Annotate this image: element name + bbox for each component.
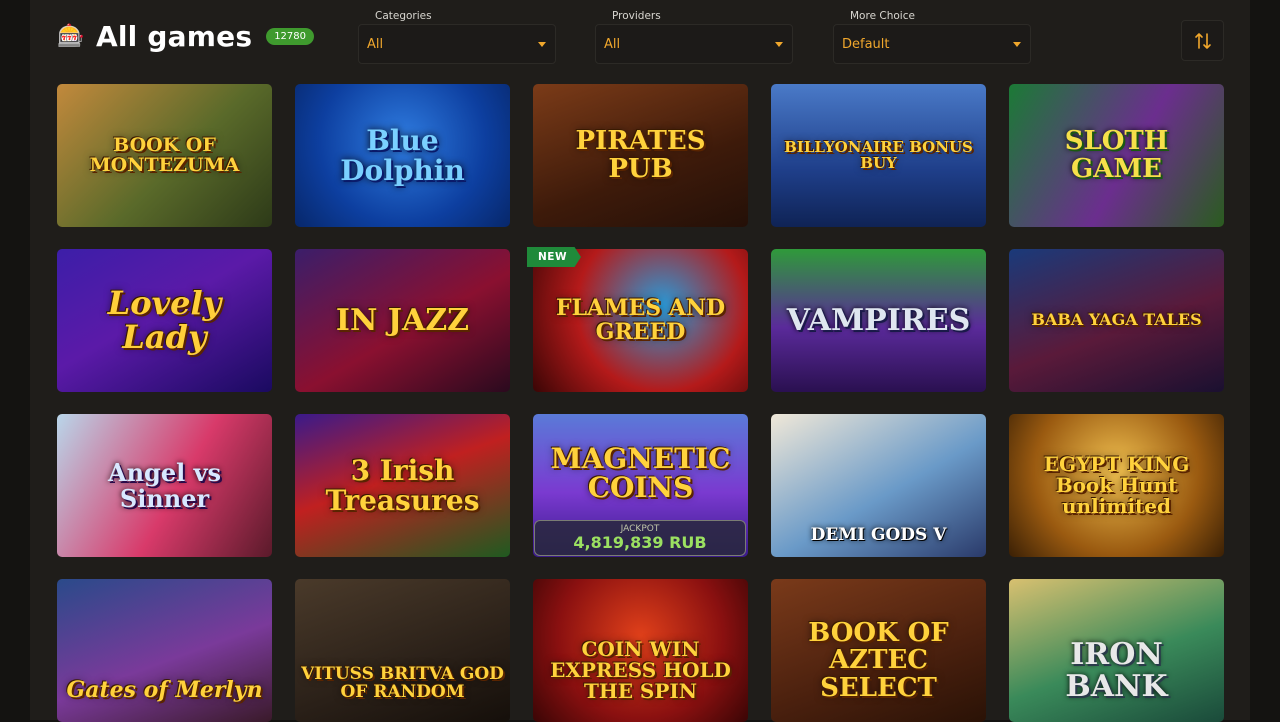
game-title: IN JAZZ — [335, 302, 470, 338]
game-title: EGYPT KING Book Hunt unlimited — [1043, 452, 1190, 518]
game-title: IRON BANK — [1065, 637, 1168, 704]
providers-select[interactable]: All — [595, 24, 793, 64]
game-title: Blue Dolphin — [340, 124, 465, 187]
game-tile[interactable]: Lovely Lady — [57, 249, 272, 392]
more-choice-label: More Choice — [850, 10, 915, 22]
game-tile[interactable]: Gates of Merlyn — [57, 579, 272, 722]
game-tile[interactable]: Blue Dolphin — [295, 84, 510, 227]
game-title: VAMPIRES — [786, 302, 971, 338]
more-choice-value: Default — [842, 36, 890, 52]
game-title: Gates of Merlyn — [66, 676, 263, 703]
game-tile[interactable]: BOOK OF AZTEC SELECT — [771, 579, 986, 722]
sort-button[interactable] — [1181, 20, 1224, 61]
page-header: 🎰 All games 12780 — [56, 20, 314, 53]
chevron-down-icon — [1013, 41, 1021, 47]
game-tile[interactable]: BABA YAGA TALES — [1009, 249, 1224, 392]
jackpot-display: JACKPOT 4,819,839 RUB — [534, 520, 746, 556]
game-title: BOOK OF MONTEZUMA — [89, 133, 240, 176]
slot-machine-icon: 🎰 — [57, 24, 85, 49]
game-tile[interactable]: VAMPIRES — [771, 249, 986, 392]
game-tile[interactable]: PIRATES PUB — [533, 84, 748, 227]
providers-value: All — [604, 36, 621, 52]
jackpot-value: 4,819,839 RUB — [573, 533, 707, 552]
game-tile[interactable]: 3 Irish Treasures — [295, 414, 510, 557]
page-title: All games — [96, 20, 253, 53]
game-tile[interactable]: SLOTH GAME — [1009, 84, 1224, 227]
sort-arrows-icon — [1194, 32, 1211, 49]
game-title: Lovely Lady — [107, 283, 222, 356]
game-title: BABA YAGA TALES — [1031, 310, 1202, 330]
game-tile[interactable]: Angel vs Sinner — [57, 414, 272, 557]
game-tile[interactable]: EGYPT KING Book Hunt unlimited — [1009, 414, 1224, 557]
game-title: COIN WIN EXPRESS HOLD THE SPIN — [550, 637, 731, 703]
game-tile[interactable]: IN JAZZ — [295, 249, 510, 392]
categories-select[interactable]: All — [358, 24, 556, 64]
game-title: FLAMES AND GREED — [555, 295, 726, 345]
game-tile[interactable]: BOOK OF MONTEZUMA — [57, 84, 272, 227]
game-tile[interactable]: VITUSS BRITVA GOD OF RANDOM — [295, 579, 510, 722]
game-title: Angel vs Sinner — [107, 458, 222, 513]
categories-filter: Categories All — [358, 10, 556, 64]
game-title: PIRATES PUB — [575, 126, 706, 184]
game-tile[interactable]: BILLYONAIRE BONUS BUY — [771, 84, 986, 227]
games-grid: BOOK OF MONTEZUMA Blue Dolphin PIRATES P… — [57, 84, 1224, 722]
providers-filter: Providers All — [595, 10, 793, 64]
game-title: 3 Irish Treasures — [325, 454, 480, 517]
game-title: DEMI GODS V — [810, 525, 947, 546]
game-title: MAGNETIC COINS — [550, 442, 731, 505]
new-badge: NEW — [527, 247, 581, 267]
games-count-badge: 12780 — [266, 28, 314, 45]
game-tile[interactable]: FLAMES AND GREED — [533, 249, 748, 392]
game-title: BILLYONAIRE BONUS BUY — [784, 137, 973, 172]
game-tile[interactable]: DEMI GODS V — [771, 414, 986, 557]
game-tile[interactable]: COIN WIN EXPRESS HOLD THE SPIN — [533, 579, 748, 722]
chevron-down-icon — [775, 41, 783, 47]
game-title: VITUSS BRITVA GOD OF RANDOM — [301, 664, 504, 703]
providers-label: Providers — [612, 10, 661, 22]
categories-label: Categories — [375, 10, 432, 22]
chevron-down-icon — [538, 41, 546, 47]
more-choice-filter: More Choice Default — [833, 10, 1031, 64]
game-tile[interactable]: IRON BANK — [1009, 579, 1224, 722]
more-choice-select[interactable]: Default — [833, 24, 1031, 64]
game-title: BOOK OF AZTEC SELECT — [808, 618, 949, 703]
game-title: SLOTH GAME — [1064, 126, 1169, 184]
categories-value: All — [367, 36, 384, 52]
